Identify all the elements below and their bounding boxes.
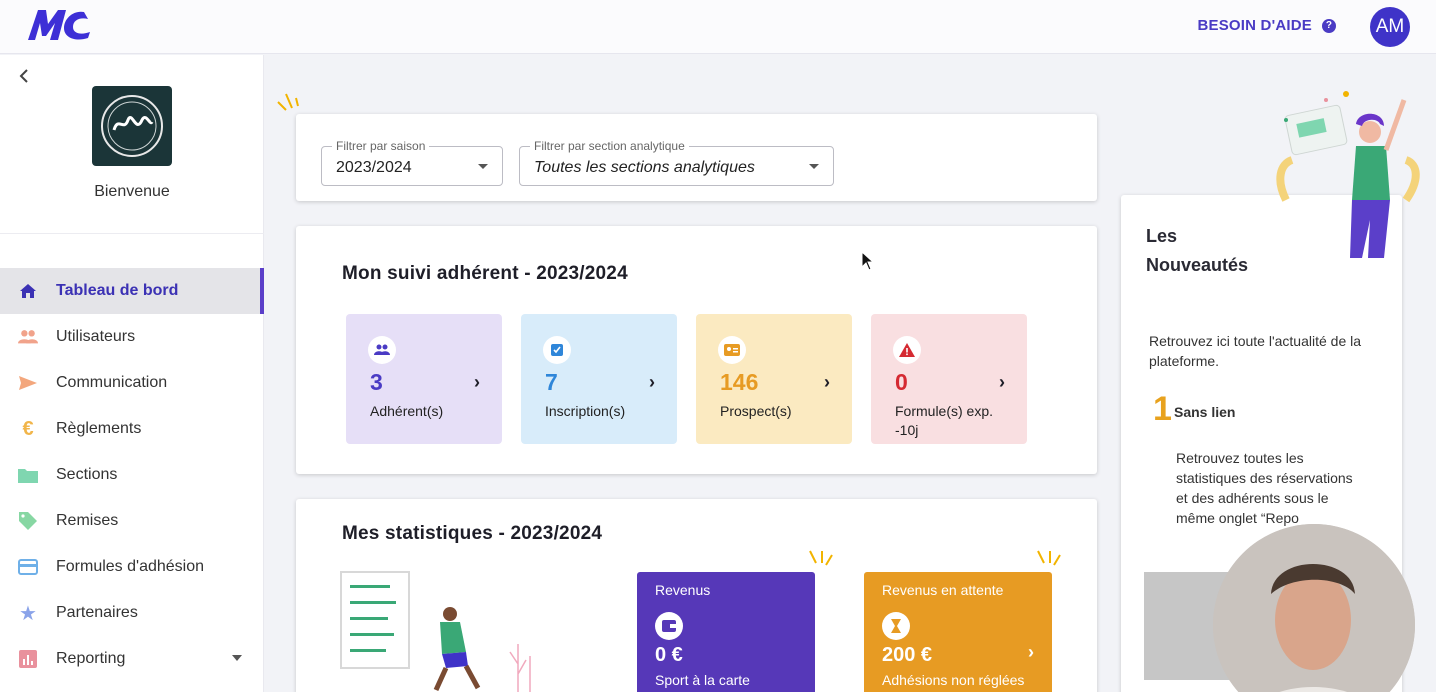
- news-item-head[interactable]: Sans lien: [1174, 404, 1235, 420]
- chevron-right-icon: ›: [474, 372, 480, 392]
- revenue-subtitle: Sport à la carte: [655, 672, 750, 688]
- news-item-body: Retrouvez toutes les statistiques des ré…: [1176, 450, 1353, 526]
- tile-inscriptions[interactable]: 7 › Inscription(s): [521, 314, 677, 444]
- sidebar-item-sections[interactable]: Sections: [0, 452, 264, 498]
- sidebar-item-tableau-de-bord[interactable]: Tableau de bord: [0, 268, 264, 314]
- news-title: Les Nouveautés: [1146, 226, 1249, 275]
- section-select-value: Toutes les sections analytiques: [534, 159, 755, 176]
- sidebar-item-communication[interactable]: Communication: [0, 360, 264, 406]
- revenue-amount: 0 €: [655, 644, 683, 666]
- sidebar-item-label: Tableau de bord: [56, 282, 179, 299]
- folder-icon: [18, 465, 38, 485]
- sidebar-item-label: Communication: [56, 374, 168, 391]
- sidebar-item-partenaires[interactable]: ★ Partenaires: [0, 590, 264, 636]
- dropdown-arrow-icon: [478, 164, 488, 169]
- chevron-left-icon[interactable]: [18, 67, 30, 88]
- chevron-right-icon: ›: [999, 372, 1005, 392]
- question-circle-icon: ?: [1322, 18, 1336, 33]
- star-icon: ★: [19, 602, 37, 625]
- sidebar-item-reporting[interactable]: Reporting: [0, 636, 264, 682]
- celebration-illustration: [1276, 91, 1420, 258]
- caret-down-icon[interactable]: [232, 655, 242, 661]
- bar-chart-icon: [18, 649, 38, 669]
- euro-icon: €: [22, 417, 34, 440]
- revenue-tile[interactable]: Revenus 0 € Sport à la carte: [637, 572, 815, 692]
- chevron-right-icon: ›: [649, 372, 655, 392]
- warning-icon: [893, 336, 921, 364]
- stats-card: Mes statistiques - 2023/2024 Revenus 0 €…: [296, 499, 1097, 692]
- stats-title: Mes statistiques - 2023/2024: [342, 523, 603, 544]
- document-illustration: [340, 571, 410, 669]
- sidebar-nav: Tableau de bord Utilisateurs Communicati…: [0, 268, 264, 682]
- sidebar-item-label: Remises: [56, 512, 119, 529]
- tile-value: 3: [370, 369, 383, 395]
- member-tracking-title: Mon suivi adhérent - 2023/2024: [342, 263, 628, 284]
- contact-card-icon: [718, 336, 746, 364]
- tile-label: Formule(s) exp. -10j: [895, 403, 994, 438]
- welcome-text: Bienvenue: [94, 183, 170, 200]
- sidebar-item-label: Partenaires: [56, 604, 138, 621]
- clipboard-check-icon: [543, 336, 571, 364]
- card-icon: [18, 557, 38, 577]
- tile-value: 146: [720, 369, 759, 395]
- season-select-value: 2023/2024: [336, 159, 412, 176]
- news-item-number: 1: [1153, 390, 1172, 428]
- runner-illustration: [433, 607, 531, 692]
- help-label: BESOIN D'AIDE: [1197, 17, 1312, 34]
- tile-label: Inscription(s): [545, 403, 626, 419]
- sidebar-item-label: Règlements: [56, 420, 142, 437]
- tag-icon: [18, 511, 38, 531]
- users-icon: [18, 327, 38, 347]
- sidebar-item-formules[interactable]: Formules d'adhésion: [0, 544, 264, 590]
- tile-formules-exp[interactable]: 0 › Formule(s) exp. -10j: [871, 314, 1027, 444]
- news-intro: Retrouvez ici toute l'actualité de la pl…: [1149, 333, 1362, 369]
- app-logo[interactable]: [24, 8, 98, 42]
- member-tracking-card: Mon suivi adhérent - 2023/2024 3 › Adhér…: [296, 226, 1097, 474]
- home-icon: [18, 281, 38, 301]
- help-link[interactable]: BESOIN D'AIDE ?: [1197, 17, 1336, 34]
- filter-card: Filtrer par saison 2023/2024 Filtrer par…: [296, 114, 1097, 201]
- section-select[interactable]: Filtrer par section analytique Toutes le…: [519, 139, 834, 186]
- pending-revenue-subtitle: Adhésions non réglées: [882, 672, 1025, 688]
- user-avatar[interactable]: AM: [1370, 7, 1410, 47]
- wallet-icon: [655, 612, 683, 640]
- sidebar-item-remises[interactable]: Remises: [0, 498, 264, 544]
- tile-adherents[interactable]: 3 › Adhérent(s): [346, 314, 502, 444]
- sidebar-item-label: Reporting: [56, 650, 126, 667]
- sidebar-item-label: Sections: [56, 466, 118, 483]
- tile-value: 0: [895, 369, 908, 395]
- hourglass-icon: [882, 612, 910, 640]
- tile-label: Adhérent(s): [370, 403, 444, 419]
- pending-revenue-tile[interactable]: Revenus en attente 200 € › Adhésions non…: [864, 572, 1052, 692]
- pending-revenue-title: Revenus en attente: [882, 582, 1004, 598]
- mouse-cursor-icon: [861, 251, 875, 271]
- chevron-right-icon: ›: [824, 372, 830, 392]
- sidebar: Bienvenue Tableau de bord Utilisateurs C…: [0, 55, 264, 692]
- revenue-title: Revenus: [655, 582, 711, 598]
- tile-label: Prospect(s): [720, 403, 792, 419]
- sidebar-item-label: Utilisateurs: [56, 328, 136, 345]
- tile-prospects[interactable]: 146 › Prospect(s): [696, 314, 852, 444]
- sparkle-decoration: [809, 550, 833, 566]
- sidebar-item-reglements[interactable]: € Règlements: [0, 406, 264, 452]
- sidebar-item-label: Formules d'adhésion: [56, 558, 205, 575]
- divider: [0, 233, 264, 234]
- sparkle-decoration: [1037, 550, 1061, 566]
- sidebar-item-utilisateurs[interactable]: Utilisateurs: [0, 314, 264, 360]
- club-logo: [92, 86, 172, 166]
- dropdown-arrow-icon: [809, 164, 819, 169]
- section-select-label: Filtrer par section analytique: [530, 139, 689, 153]
- season-select[interactable]: Filtrer par saison 2023/2024: [321, 139, 503, 186]
- chevron-right-icon: ›: [1028, 642, 1034, 662]
- pending-revenue-amount: 200 €: [882, 644, 933, 666]
- send-icon: [18, 373, 38, 393]
- group-icon: [368, 336, 396, 364]
- season-select-label: Filtrer par saison: [332, 139, 430, 153]
- tile-value: 7: [545, 369, 558, 395]
- top-bar: BESOIN D'AIDE ? AM: [0, 0, 1436, 54]
